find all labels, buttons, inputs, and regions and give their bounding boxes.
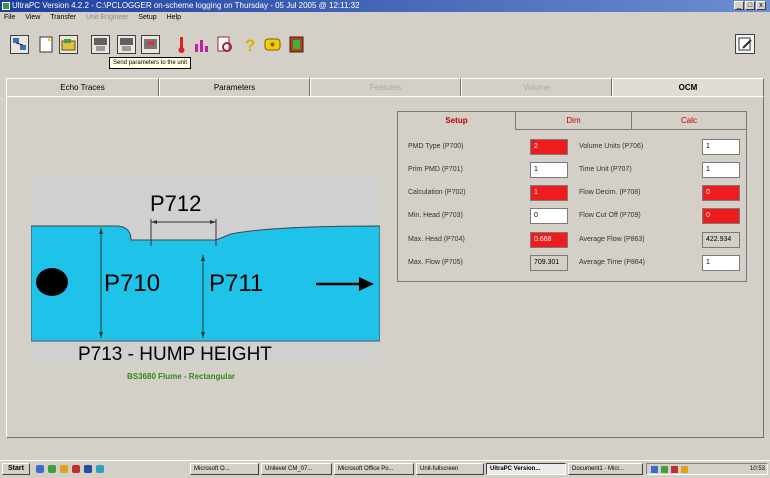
calculation-label: Calculation (P702)	[408, 189, 466, 196]
quicklaunch-word-icon[interactable]	[84, 465, 92, 473]
send-parameters-icon[interactable]	[117, 35, 136, 54]
window-title: UltraPC Version 4.2.2 - C:\PCLOGGER on-s…	[12, 1, 360, 10]
help-question-icon[interactable]: ?	[241, 35, 260, 55]
max-flow-field: 709.301	[530, 255, 568, 271]
tray-network-icon[interactable]	[651, 466, 658, 473]
pmd-type-label: PMD Type (P700)	[408, 143, 464, 150]
time-units-label: Time Unit (P707)	[579, 166, 632, 173]
panel-tab-dim[interactable]: Dim	[516, 112, 632, 130]
system-tray: 10:53	[646, 463, 768, 475]
average-flow-label: Average Flow (P863)	[579, 236, 645, 243]
min-head-field[interactable]: 0	[530, 208, 568, 224]
tab-volume[interactable]: Volume	[461, 78, 612, 96]
ocm-parameter-panel: Setup Dim Calc PMD Type (P700) 2 Prim PM…	[397, 111, 747, 282]
taskbar: Start Microsoft O... Unilevel CM_07... M…	[0, 460, 770, 478]
max-head-label: Max. Head (P704)	[408, 236, 465, 243]
task-unilevel-doc[interactable]: Unilevel CM_07...	[261, 463, 332, 475]
tab-echo-traces[interactable]: Echo Traces	[6, 78, 159, 96]
flow-cutoff-field[interactable]: 0	[702, 208, 740, 224]
print-preview-icon[interactable]	[215, 35, 234, 54]
toolbar: ?	[0, 26, 770, 60]
clock: 10:53	[749, 466, 765, 472]
main-tabs: Echo Traces Parameters Features Volume O…	[6, 78, 764, 96]
close-button[interactable]: x	[756, 1, 766, 10]
dim-p712-label: P712	[150, 191, 201, 216]
tab-features[interactable]: Features	[310, 78, 461, 96]
new-file-icon[interactable]	[37, 35, 56, 54]
task-office-powerpoint[interactable]: Microsoft Office Po...	[334, 463, 414, 475]
quicklaunch-outlook-icon[interactable]	[48, 465, 56, 473]
tab-parameters[interactable]: Parameters	[159, 78, 310, 96]
minimize-button[interactable]: _	[734, 1, 744, 10]
menu-transfer[interactable]: Transfer	[50, 14, 76, 21]
receive-parameters-icon[interactable]	[91, 35, 110, 54]
task-ultrapc[interactable]: UltraPC Version...	[486, 463, 566, 475]
max-head-field[interactable]: 0.668	[530, 232, 568, 248]
tray-volume-icon[interactable]	[681, 466, 688, 473]
menu-file[interactable]: File	[4, 14, 15, 21]
average-time-field[interactable]: 1	[702, 255, 740, 271]
thermometer-icon[interactable]	[172, 35, 191, 54]
context-help-icon[interactable]	[735, 34, 755, 54]
tray-app-icon[interactable]	[671, 466, 678, 473]
task-document1-word[interactable]: Document1 - Micr...	[568, 463, 643, 475]
window-controls: _ □ x	[734, 1, 766, 10]
menu-unit-engineer[interactable]: Unit Engineer	[86, 14, 128, 21]
dim-p710-label: P710	[104, 270, 160, 297]
tooltip: Send parameters to the unit	[109, 57, 192, 69]
panel-tab-setup[interactable]: Setup	[398, 112, 516, 130]
prim-pmd-label: Prim PMD (P701)	[408, 166, 463, 173]
volume-units-label: Volume Units (P706)	[579, 143, 644, 150]
quicklaunch-folder-icon[interactable]	[60, 465, 68, 473]
flow-decim-label: Flow Decim. (P708)	[579, 189, 641, 196]
flow-cutoff-label: Flow Cut Off (P709)	[579, 212, 641, 219]
flow-decim-field[interactable]: 0	[702, 185, 740, 201]
average-time-label: Average Time (P864)	[579, 259, 646, 266]
unit-connect-icon[interactable]	[141, 35, 160, 54]
menu-view[interactable]: View	[25, 14, 40, 21]
max-flow-label: Max. Flow (P705)	[408, 259, 463, 266]
tray-antivirus-icon[interactable]	[661, 466, 668, 473]
network-icon[interactable]	[10, 35, 29, 54]
open-file-icon[interactable]	[59, 35, 78, 54]
maximize-button[interactable]: □	[745, 1, 755, 10]
start-button[interactable]: Start	[2, 463, 30, 475]
title-bar: UltraPC Version 4.2.2 - C:\PCLOGGER on-s…	[0, 0, 770, 12]
exit-icon[interactable]	[287, 35, 306, 54]
float-icon	[36, 268, 68, 296]
menu-bar: File View Transfer Unit Engineer Setup H…	[0, 12, 770, 24]
quicklaunch-app-icon[interactable]	[72, 465, 80, 473]
task-microsoft-outlook[interactable]: Microsoft O...	[190, 463, 259, 475]
task-unit-fullscreen[interactable]: Unit-fullscreen	[416, 463, 484, 475]
bar-chart-icon[interactable]	[192, 35, 211, 54]
calculation-field[interactable]: 1	[530, 185, 568, 201]
time-units-field[interactable]: 1	[702, 162, 740, 178]
svg-text:?: ?	[245, 36, 255, 54]
prim-pmd-field[interactable]: 1	[530, 162, 568, 178]
info-icon[interactable]	[263, 35, 282, 54]
volume-units-field[interactable]: 1	[702, 139, 740, 155]
average-flow-field: 422.934	[702, 232, 740, 248]
panel-tab-calc[interactable]: Calc	[632, 112, 746, 130]
hump-height-label: P713 - HUMP HEIGHT	[78, 344, 272, 364]
dim-p711-label: P711	[209, 270, 263, 297]
quicklaunch-ie-icon[interactable]	[36, 465, 44, 473]
menu-help[interactable]: Help	[167, 14, 181, 21]
pmd-type-field[interactable]: 2	[530, 139, 568, 155]
flume-caption: BS3680 Flume - Rectangular	[127, 372, 236, 381]
tab-ocm[interactable]: OCM	[612, 78, 764, 96]
menu-setup[interactable]: Setup	[138, 14, 156, 21]
quicklaunch-desktop-icon[interactable]	[96, 465, 104, 473]
min-head-label: Min. Head (P703)	[408, 212, 463, 219]
flume-diagram: P712 P710 P711 P713 - HUMP HEIGHT	[31, 176, 380, 364]
app-icon	[2, 2, 10, 10]
